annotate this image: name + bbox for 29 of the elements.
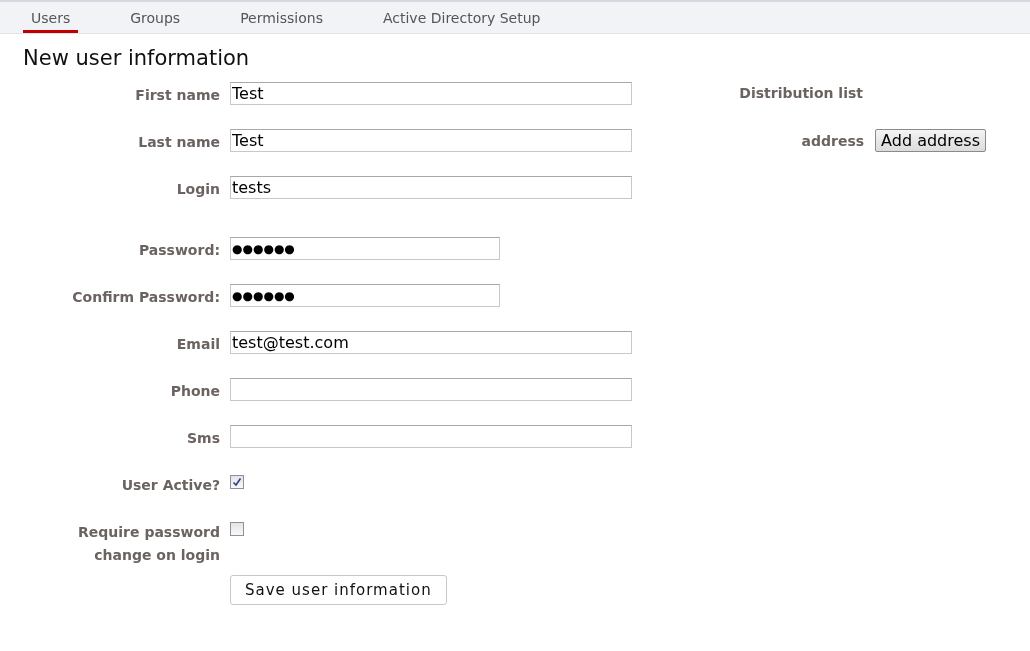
password-field[interactable]: ●●●●●● <box>230 284 500 307</box>
tab[interactable]: Active Directory Setup <box>374 2 549 33</box>
tab[interactable]: Permissions <box>232 2 331 33</box>
input-field[interactable]: Test <box>230 82 632 105</box>
field-label: address <box>801 132 865 149</box>
field-label: Password: <box>137 241 221 260</box>
save-button[interactable]: Save user information <box>230 575 447 605</box>
input-field[interactable]: Test <box>230 129 632 152</box>
tab[interactable]: Groups <box>122 2 189 33</box>
password-field[interactable]: ●●●●●● <box>230 237 500 260</box>
field-label: Last name <box>137 133 221 152</box>
checkbox[interactable] <box>230 475 244 489</box>
field-label: First name <box>134 86 221 105</box>
input-field[interactable]: test@test.com <box>230 331 632 354</box>
field-label: Sms <box>186 429 221 448</box>
field-label: User Active? <box>120 476 221 495</box>
field-label: Require password change on login <box>77 523 221 565</box>
input-field[interactable] <box>230 378 632 401</box>
field-label: Confirm Password: <box>71 288 221 307</box>
field-label: Login <box>175 180 221 199</box>
form-title: New user information <box>23 46 251 70</box>
input-field[interactable]: tests <box>230 176 632 199</box>
field-label: Phone <box>169 382 221 401</box>
checkbox[interactable] <box>230 522 244 536</box>
section-label: Distribution list <box>739 85 863 101</box>
field-label: Email <box>175 335 221 354</box>
input-field[interactable] <box>230 425 632 448</box>
tab[interactable]: Users <box>23 2 79 33</box>
add-address-button[interactable]: Add address <box>875 129 986 152</box>
